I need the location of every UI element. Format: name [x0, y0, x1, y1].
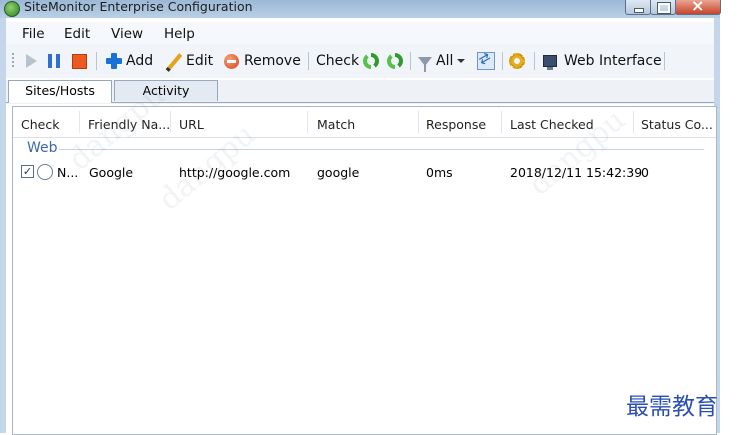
menu-file[interactable]: File	[22, 26, 45, 42]
monitor-icon	[543, 55, 557, 70]
toolbar: Add Edit Remove Check All Web Interface	[6, 44, 714, 78]
toolbar-separator	[410, 52, 411, 70]
check-button[interactable]: Check	[316, 52, 359, 70]
auto-refresh-toggle[interactable]	[477, 52, 495, 70]
cell-last-checked: 2018/12/11 15:42:39	[510, 165, 643, 180]
cell-url: http://google.com	[179, 165, 291, 180]
check-selected-button[interactable]	[387, 52, 403, 70]
cell-match: google	[317, 165, 360, 180]
list-header: Check Friendly Na... URL Match Response …	[13, 107, 716, 138]
column-divider[interactable]	[418, 111, 419, 133]
toolbar-separator	[308, 52, 309, 70]
column-header-check[interactable]: Check	[21, 117, 59, 132]
tab-strip: Sites/Hosts Activity	[6, 80, 714, 104]
sites-list[interactable]: Check Friendly Na... URL Match Response …	[12, 106, 717, 435]
edit-label: Edit	[186, 53, 214, 69]
check-all-button[interactable]	[363, 52, 379, 70]
tab-strip-border	[6, 102, 714, 103]
tab-sites-hosts[interactable]: Sites/Hosts	[8, 80, 112, 103]
toolbar-separator	[96, 52, 97, 70]
tab-activity[interactable]: Activity	[114, 80, 218, 101]
gear-icon	[509, 53, 525, 69]
menu-help[interactable]: Help	[164, 26, 195, 42]
filter-icon	[418, 56, 432, 72]
column-header-status-code[interactable]: Status Co...	[641, 117, 713, 132]
remove-label: Remove	[244, 53, 301, 69]
toolbar-separator	[502, 52, 503, 70]
menu-bar: File Edit View Help	[6, 22, 714, 44]
check-label: Check	[316, 53, 360, 69]
column-header-response[interactable]: Response	[426, 117, 486, 132]
app-icon	[4, 1, 20, 17]
cell-response: 0ms	[426, 165, 453, 180]
column-header-match[interactable]: Match	[317, 117, 355, 132]
add-icon	[106, 53, 122, 69]
refresh-icon	[363, 53, 379, 69]
menu-view[interactable]: View	[111, 26, 143, 42]
row-radio[interactable]	[37, 164, 53, 180]
settings-button[interactable]	[509, 52, 525, 70]
cell-friendly-name: Google	[89, 165, 134, 180]
app-window: SiteMonitor Enterprise Configuration Fil…	[0, 0, 721, 435]
remove-icon	[224, 53, 239, 69]
minimize-button[interactable]	[625, 0, 651, 15]
pencil-icon	[166, 53, 182, 69]
pause-icon	[48, 54, 60, 68]
column-divider[interactable]	[633, 111, 634, 133]
edit-button[interactable]: Edit	[166, 52, 213, 70]
column-header-last-checked[interactable]: Last Checked	[510, 117, 594, 132]
play-icon	[26, 54, 37, 68]
add-button[interactable]: Add	[106, 52, 153, 70]
window-title: SiteMonitor Enterprise Configuration	[24, 0, 253, 14]
cell-check: N...	[57, 165, 79, 180]
filter-value: All	[436, 53, 454, 69]
group-divider	[59, 149, 704, 150]
table-row[interactable]: ✓ N... Google http://google.com google 0…	[13, 163, 716, 181]
column-divider[interactable]	[307, 111, 308, 133]
maximize-button[interactable]	[650, 0, 676, 15]
close-button[interactable]	[675, 0, 721, 15]
column-divider[interactable]	[170, 111, 171, 133]
remove-button[interactable]: Remove	[224, 52, 301, 70]
toolbar-separator	[534, 52, 535, 70]
title-bar[interactable]: SiteMonitor Enterprise Configuration	[0, 0, 721, 18]
cell-status-code: 0	[641, 165, 649, 180]
start-button[interactable]	[26, 52, 37, 70]
web-interface-label: Web Interface	[564, 53, 662, 69]
corner-watermark-text: 最需教育	[626, 394, 718, 420]
add-label: Add	[126, 53, 154, 69]
stop-button[interactable]	[72, 52, 87, 70]
toolbar-grip[interactable]	[12, 53, 14, 69]
menu-edit[interactable]: Edit	[64, 26, 90, 42]
web-interface-button[interactable]: Web Interface	[543, 52, 662, 70]
group-header-web[interactable]: Web	[27, 140, 58, 156]
column-header-url[interactable]: URL	[179, 117, 204, 132]
column-divider[interactable]	[501, 111, 502, 133]
filter-dropdown[interactable]: All	[418, 52, 466, 72]
pause-button[interactable]	[48, 52, 60, 70]
column-divider[interactable]	[79, 111, 80, 133]
row-checkbox[interactable]: ✓	[21, 165, 34, 178]
sync-icon	[477, 52, 495, 70]
refresh-icon	[387, 53, 403, 69]
stop-icon	[72, 53, 87, 69]
column-header-friendly-name[interactable]: Friendly Na...	[88, 117, 170, 132]
toolbar-separator	[664, 52, 665, 70]
chevron-down-icon	[457, 59, 466, 63]
